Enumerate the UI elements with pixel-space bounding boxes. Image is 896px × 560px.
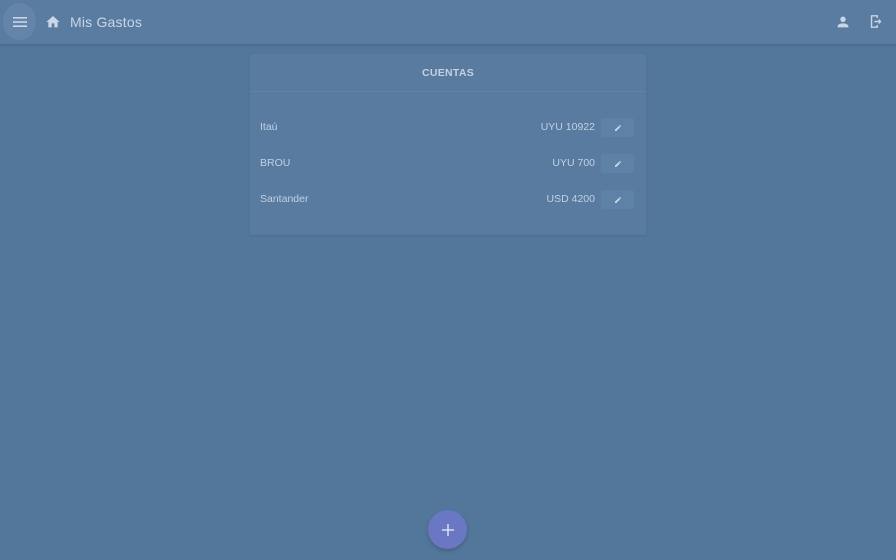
logout-icon[interactable] <box>868 13 885 30</box>
account-name: Itaú <box>260 121 278 133</box>
account-name: Santander <box>260 193 309 205</box>
edit-account-button[interactable] <box>601 154 634 173</box>
account-balance: UYU 700 <box>552 157 595 169</box>
home-icon[interactable] <box>45 14 61 30</box>
pencil-icon <box>614 124 621 131</box>
menu-icon <box>12 16 27 27</box>
add-account-fab[interactable] <box>428 510 467 549</box>
pencil-icon <box>614 160 621 167</box>
account-balance: USD 4200 <box>546 193 595 205</box>
accounts-card-title: CUENTAS <box>250 54 646 92</box>
account-name: BROU <box>260 157 291 169</box>
pencil-icon <box>614 196 621 203</box>
accounts-card: CUENTAS Itaú UYU 10922 BROU UYU 700 Sant… <box>250 54 646 235</box>
menu-button[interactable] <box>3 3 36 40</box>
app-bar: Mis Gastos <box>0 0 896 44</box>
account-row: Itaú UYU 10922 <box>250 118 646 138</box>
plus-icon <box>441 523 454 536</box>
app-title: Mis Gastos <box>70 14 143 30</box>
user-icon[interactable] <box>835 14 851 30</box>
account-row: Santander USD 4200 <box>250 190 646 210</box>
edit-account-button[interactable] <box>601 118 634 137</box>
edit-account-button[interactable] <box>601 190 634 209</box>
account-row: BROU UYU 700 <box>250 154 646 174</box>
account-balance: UYU 10922 <box>540 121 595 133</box>
